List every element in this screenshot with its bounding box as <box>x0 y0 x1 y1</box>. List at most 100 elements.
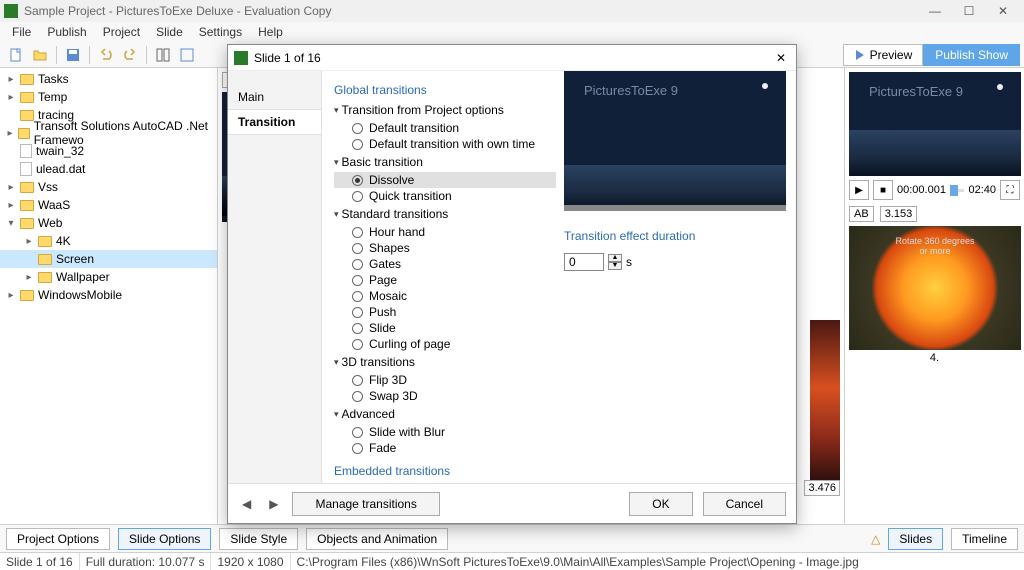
objects-animation-button[interactable]: Objects and Animation <box>306 528 448 550</box>
menu-publish[interactable]: Publish <box>39 23 94 41</box>
opt-slide-blur[interactable]: Slide with Blur <box>334 424 556 440</box>
group-project-options[interactable]: ▾Transition from Project options <box>334 103 556 117</box>
chevron-icon[interactable]: ▸ <box>24 272 34 283</box>
stop-button[interactable]: ■ <box>873 180 893 200</box>
menu-file[interactable]: File <box>4 23 39 41</box>
chevron-icon[interactable]: ▸ <box>6 182 16 193</box>
tree-node[interactable]: ▸Vss <box>0 178 217 196</box>
opt-gates[interactable]: Gates <box>334 256 556 272</box>
chevron-icon[interactable]: ▸ <box>24 236 34 247</box>
opt-dissolve[interactable]: Dissolve <box>334 172 556 188</box>
slide-options-button[interactable]: Slide Options <box>118 528 211 550</box>
menu-project[interactable]: Project <box>95 23 148 41</box>
opt-quick[interactable]: Quick transition <box>334 188 556 204</box>
play-button[interactable]: ▶ <box>849 180 869 200</box>
tree-node[interactable]: ▸Wallpaper <box>0 268 217 286</box>
ok-button[interactable]: OK <box>629 492 692 516</box>
group-basic[interactable]: ▾Basic transition <box>334 155 556 169</box>
prev-slide-button[interactable]: ◀ <box>238 497 255 511</box>
tree-node-label: Temp <box>38 90 67 104</box>
group-advanced[interactable]: ▾Advanced <box>334 407 556 421</box>
duration-input[interactable] <box>564 253 604 271</box>
opt-default[interactable]: Default transition <box>334 120 556 136</box>
preview-label: Preview <box>870 48 913 62</box>
folder-tree[interactable]: ▸Tasks▸Temptracing▸Transoft Solutions Au… <box>0 68 218 524</box>
tree-node[interactable]: ulead.dat <box>0 160 217 178</box>
preview-button[interactable]: Preview <box>843 44 924 66</box>
tree-node[interactable]: ▸WaaS <box>0 196 217 214</box>
tree-node-label: 4K <box>56 234 71 248</box>
menu-help[interactable]: Help <box>250 23 291 41</box>
opt-flip-3d[interactable]: Flip 3D <box>334 372 556 388</box>
time-total: 02:40 <box>968 184 996 196</box>
opt-fade[interactable]: Fade <box>334 440 556 456</box>
app-icon <box>4 4 18 18</box>
folder-icon <box>20 218 34 229</box>
timeline-tab[interactable]: Timeline <box>951 528 1018 550</box>
tree-node[interactable]: ▾Web <box>0 214 217 232</box>
preview-thumbnail[interactable]: PicturesToExe 9 <box>849 72 1021 176</box>
opt-page[interactable]: Page <box>334 272 556 288</box>
tab-transition[interactable]: Transition <box>228 109 321 135</box>
slides-tab[interactable]: Slides <box>888 528 943 550</box>
ab-button-right[interactable]: AB <box>849 206 874 222</box>
opt-hour-hand[interactable]: Hour hand <box>334 224 556 240</box>
chevron-icon[interactable]: ▸ <box>6 74 16 85</box>
tree-node[interactable]: ▸ Temp <box>0 88 217 106</box>
tree-node[interactable]: ▸Transoft Solutions AutoCAD .Net Framewo <box>0 124 217 142</box>
cancel-button[interactable]: Cancel <box>703 492 786 516</box>
minimize-button[interactable]: — <box>918 0 952 22</box>
chevron-icon[interactable]: ▾ <box>6 218 16 229</box>
save-icon[interactable] <box>62 44 84 66</box>
fullscreen-icon[interactable] <box>176 44 198 66</box>
dialog-close-button[interactable]: ✕ <box>772 51 790 65</box>
folder-icon <box>20 74 34 85</box>
tree-node[interactable]: ▸ 4K <box>0 232 217 250</box>
warning-icon[interactable]: △ <box>871 532 880 546</box>
manage-transitions-button[interactable]: Manage transitions <box>292 492 439 516</box>
tree-node[interactable]: Screen <box>0 250 217 268</box>
fullscreen-preview-button[interactable]: ⛶ <box>1000 180 1020 200</box>
slide-style-button[interactable]: Slide Style <box>219 528 298 550</box>
redo-icon[interactable] <box>119 44 141 66</box>
tab-main[interactable]: Main <box>228 85 321 109</box>
opt-slide[interactable]: Slide <box>334 320 556 336</box>
chevron-icon[interactable]: ▸ <box>6 128 14 139</box>
opt-default-own-time[interactable]: Default transition with own time <box>334 136 556 152</box>
group-3d[interactable]: ▾3D transitions <box>334 355 556 369</box>
maximize-button[interactable]: ☐ <box>952 0 986 22</box>
menu-settings[interactable]: Settings <box>191 23 250 41</box>
duration-spinner[interactable]: ▲▼ <box>608 254 622 270</box>
statusbar: Slide 1 of 16 Full duration: 10.077 s 19… <box>0 552 1024 570</box>
ab-value-right[interactable]: 3.153 <box>880 206 918 222</box>
transition-preview: PicturesToExe 9 <box>564 71 786 211</box>
opt-curling[interactable]: Curling of page <box>334 336 556 352</box>
global-transitions-link[interactable]: Global transitions <box>334 83 556 97</box>
slide-thumbnail-4[interactable]: Rotate 360 degrees or more <box>849 226 1021 350</box>
opt-mosaic[interactable]: Mosaic <box>334 288 556 304</box>
tree-node[interactable]: ▸Tasks <box>0 70 217 88</box>
next-slide-button[interactable]: ▶ <box>265 497 282 511</box>
folder-icon <box>20 182 34 193</box>
chevron-icon[interactable]: ▸ <box>6 92 16 103</box>
publish-button[interactable]: Publish Show <box>923 44 1020 66</box>
close-button[interactable]: ✕ <box>986 0 1020 22</box>
new-icon[interactable] <box>5 44 27 66</box>
tree-node[interactable]: ▸WindowsMobile <box>0 286 217 304</box>
status-path: C:\Program Files (x86)\WnSoft PicturesTo… <box>291 553 1024 570</box>
opt-swap-3d[interactable]: Swap 3D <box>334 388 556 404</box>
open-icon[interactable] <box>29 44 51 66</box>
embedded-transitions-link[interactable]: Embedded transitions <box>334 464 556 478</box>
menu-slide[interactable]: Slide <box>148 23 191 41</box>
chevron-icon[interactable]: ▸ <box>6 290 16 301</box>
layout-icon[interactable] <box>152 44 174 66</box>
opt-shapes[interactable]: Shapes <box>334 240 556 256</box>
undo-icon[interactable] <box>95 44 117 66</box>
group-standard[interactable]: ▾Standard transitions <box>334 207 556 221</box>
chevron-icon[interactable]: ▸ <box>6 200 16 211</box>
timeline-slider[interactable] <box>950 189 965 192</box>
slide-badge: 3.476 <box>804 480 840 496</box>
slide-thumbnail-partial[interactable] <box>810 320 840 490</box>
project-options-button[interactable]: Project Options <box>6 528 110 550</box>
opt-push[interactable]: Push <box>334 304 556 320</box>
